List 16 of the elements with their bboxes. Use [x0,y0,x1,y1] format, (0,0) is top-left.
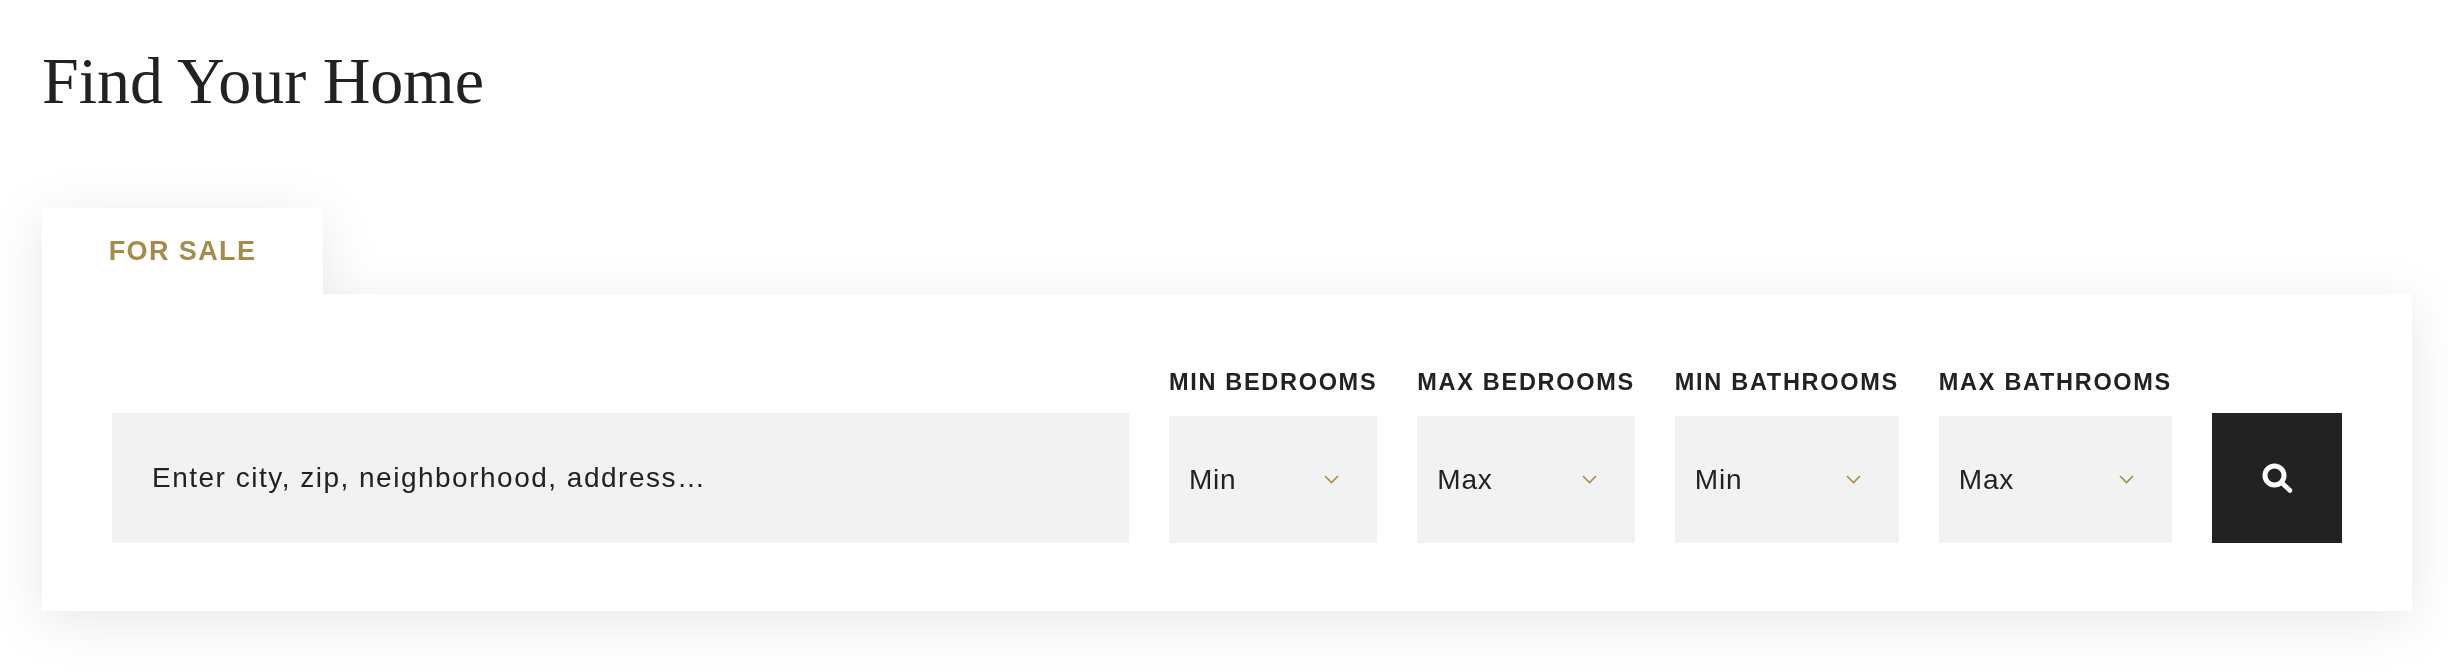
filter-label: MIN BATHROOMS [1674,368,1899,397]
chevron-down-icon [1324,475,1340,485]
filter-dropdown[interactable]: Min [1674,416,1899,544]
search-field[interactable]: Enter city, zip, neighborhood, address… [112,413,1129,544]
page-title: Find Your Home [42,43,484,119]
search-icon [2261,463,2293,494]
chevron-down-icon [1845,475,1861,485]
filter-dropdown[interactable]: Max [1417,416,1635,544]
search-button[interactable] [2212,413,2342,544]
filter-label: MAX BATHROOMS [1938,368,2172,397]
chevron-down-icon [1581,475,1597,485]
filter-label: MAX BEDROOMS [1417,368,1635,397]
chevron-down-icon [2119,475,2134,485]
filter-dropdown[interactable]: Min [1168,416,1378,544]
filter-label: MIN BEDROOMS [1168,368,1378,397]
filter-dropdown[interactable]: Max [1938,416,2172,544]
